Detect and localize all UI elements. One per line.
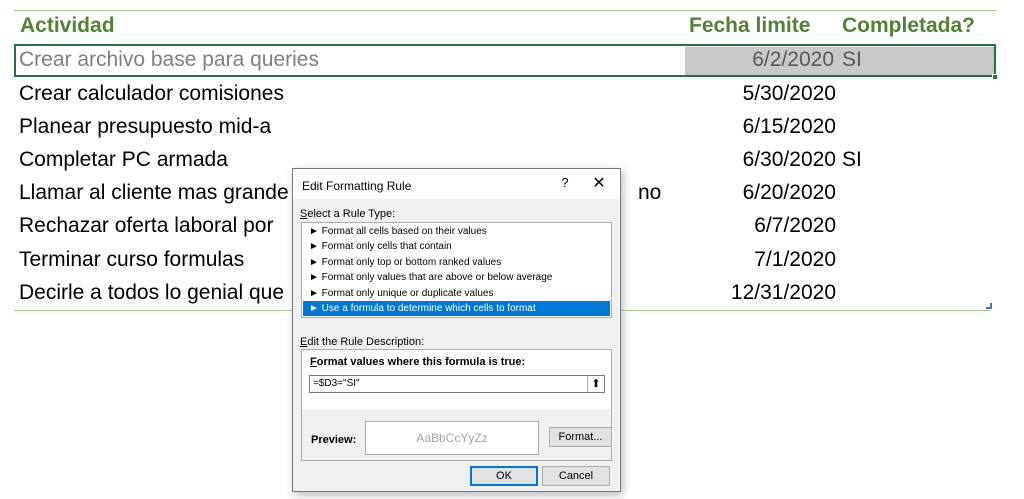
date-cell[interactable]: 6/20/2020 xyxy=(743,181,836,205)
ok-button[interactable]: OK xyxy=(470,466,538,486)
done-cell[interactable]: SI xyxy=(842,148,862,172)
rule-type-item[interactable]: ► Format only top or bottom ranked value… xyxy=(303,255,610,270)
date-cell[interactable]: 6/2/2020 xyxy=(752,48,834,72)
formula-value: =$D3="SI" xyxy=(313,378,360,389)
date-cell[interactable]: 12/31/2020 xyxy=(731,281,836,305)
edit-formatting-rule-dialog: Edit Formatting Rule ? ✕ Select a Rule T… xyxy=(292,168,621,492)
close-icon[interactable]: ✕ xyxy=(589,173,609,193)
label-text: ormat values where this formula is true: xyxy=(316,356,526,368)
task-cell[interactable]: Decirle a todos lo genial que xyxy=(19,281,284,305)
date-cell[interactable]: 6/7/2020 xyxy=(754,214,836,238)
help-icon[interactable]: ? xyxy=(557,175,573,190)
date-cell[interactable]: 7/1/2020 xyxy=(754,248,836,272)
task-cell-overflow[interactable]: no xyxy=(638,181,661,205)
table-resize-handle[interactable] xyxy=(986,303,992,309)
date-cell[interactable]: 6/15/2020 xyxy=(743,115,836,139)
table-row[interactable]: Planear presupuesto mid-a 6/15/2020 xyxy=(14,111,996,144)
formula-input[interactable]: =$D3="SI" ⬆ xyxy=(309,375,605,393)
rule-type-item[interactable]: ► Format only unique or duplicate values xyxy=(303,286,610,301)
collapse-dialog-icon[interactable]: ⬆ xyxy=(587,376,604,392)
table-row[interactable]: Crear archivo base para queries 6/2/2020… xyxy=(14,44,996,77)
header-fecha-limite[interactable]: Fecha limite xyxy=(689,14,810,38)
header-actividad[interactable]: Actividad xyxy=(20,14,115,38)
label-text: elect a Rule Type: xyxy=(307,208,396,220)
preview-label: Preview: xyxy=(311,434,357,446)
rule-type-item[interactable]: ► Format only cells that contain xyxy=(303,239,610,254)
label-text: dit the Rule Description: xyxy=(307,336,425,348)
task-cell[interactable]: Llamar al cliente mas grande xyxy=(19,181,289,205)
dialog-title: Edit Formatting Rule xyxy=(302,179,412,193)
task-cell[interactable]: Crear calculador comisiones xyxy=(19,82,284,106)
label-accelerator: F xyxy=(310,356,317,368)
rule-type-item-selected[interactable]: ► Use a formula to determine which cells… xyxy=(303,301,610,316)
cancel-button[interactable]: Cancel xyxy=(542,466,610,486)
task-cell[interactable]: Crear archivo base para queries xyxy=(19,48,319,72)
select-rule-type-label: Select a Rule Type: xyxy=(300,208,395,220)
formula-label: Format values where this formula is true… xyxy=(310,356,525,368)
rule-type-list[interactable]: ► Format all cells based on their values… xyxy=(301,222,612,318)
formula-section: Format values where this formula is true… xyxy=(302,350,611,409)
task-cell[interactable]: Terminar curso formulas xyxy=(19,248,244,272)
table-row[interactable]: Crear calculador comisiones 5/30/2020 xyxy=(14,78,996,111)
done-cell[interactable]: SI xyxy=(842,48,862,72)
format-button[interactable]: Format... xyxy=(549,427,612,447)
preview-box: AaBbCcYyZz xyxy=(365,421,539,455)
rule-type-item[interactable]: ► Format all cells based on their values xyxy=(303,224,610,239)
rule-description-panel: Format values where this formula is true… xyxy=(301,349,612,461)
date-cell[interactable]: 6/30/2020 xyxy=(743,148,836,172)
task-cell[interactable]: Completar PC armada xyxy=(19,148,228,172)
header-completada[interactable]: Completada? xyxy=(842,14,975,38)
task-cell[interactable]: Rechazar oferta laboral por xyxy=(19,214,273,238)
dialog-titlebar[interactable]: Edit Formatting Rule ? ✕ xyxy=(293,169,620,199)
date-cell[interactable]: 5/30/2020 xyxy=(743,82,836,106)
edit-rule-description-label: Edit the Rule Description: xyxy=(300,336,424,348)
rule-type-item[interactable]: ► Format only values that are above or b… xyxy=(303,270,610,285)
table-top-border xyxy=(14,10,996,11)
task-cell[interactable]: Planear presupuesto mid-a xyxy=(19,115,271,139)
